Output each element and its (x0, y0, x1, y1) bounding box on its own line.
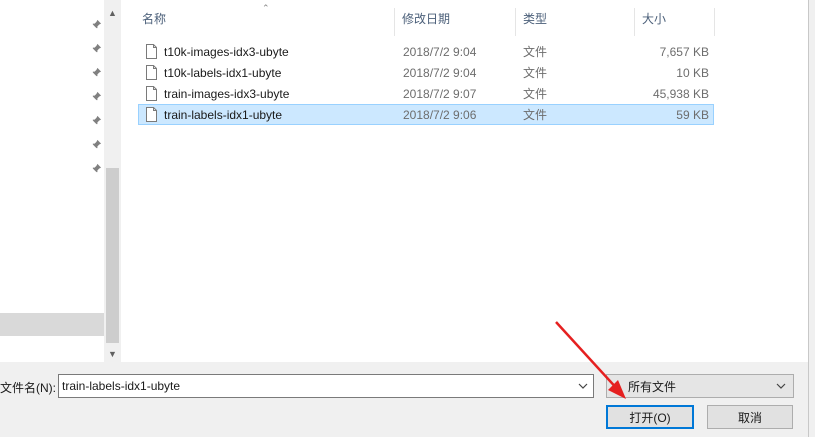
pin-icon[interactable] (88, 156, 104, 180)
column-header-label: 大小 (642, 11, 667, 26)
file-date: 2018/7/2 9:07 (403, 86, 477, 101)
file-icon (146, 107, 157, 122)
file-type: 文件 (523, 45, 548, 59)
file-date: 2018/7/2 9:04 (403, 44, 477, 59)
file-type: 文件 (523, 66, 548, 80)
file-type-value: 所有文件 (628, 379, 677, 394)
file-type: 文件 (523, 87, 548, 101)
nav-scrollbar[interactable]: ▲ ▼ (104, 0, 121, 362)
scroll-up-icon[interactable]: ▲ (104, 4, 121, 21)
file-date: 2018/7/2 9:04 (403, 65, 477, 80)
pin-icon[interactable] (88, 12, 104, 36)
file-row-selected[interactable]: train-labels-idx1-ubyte 2018/7/2 9:06 文件… (138, 104, 714, 125)
pin-icon[interactable] (88, 60, 104, 84)
chevron-down-icon[interactable] (577, 380, 589, 392)
cancel-button-label: 取消 (737, 410, 762, 425)
file-row[interactable]: train-images-idx3-ubyte 2018/7/2 9:07 文件… (138, 83, 714, 104)
pin-icon[interactable] (88, 108, 104, 132)
column-header-label: 类型 (523, 11, 548, 26)
file-name: train-images-idx3-ubyte (164, 86, 290, 101)
column-header-size[interactable]: 大小 (642, 0, 712, 36)
chevron-down-icon[interactable] (775, 380, 787, 392)
file-date: 2018/7/2 9:06 (403, 107, 477, 122)
column-header-label: 名称 (142, 11, 167, 26)
column-header-type[interactable]: 类型 (523, 0, 633, 36)
column-header-date[interactable]: 修改日期 (402, 0, 512, 36)
column-divider[interactable] (515, 8, 516, 36)
file-name: train-labels-idx1-ubyte (164, 107, 283, 122)
file-list-pane[interactable]: ⌃ 名称 修改日期 类型 大小 t10k-images-idx3-ubyte 2… (121, 0, 808, 362)
window-edge (808, 0, 815, 437)
nav-selected-item[interactable] (0, 313, 104, 336)
filename-input[interactable]: train-labels-idx1-ubyte (62, 379, 180, 393)
column-divider[interactable] (714, 8, 715, 36)
file-name: t10k-images-idx3-ubyte (164, 44, 289, 59)
column-header-name[interactable]: 名称 (142, 0, 392, 36)
filename-combobox[interactable]: train-labels-idx1-ubyte (58, 374, 594, 398)
file-type-select[interactable]: 所有文件 (606, 374, 794, 398)
file-size: 10 KB (676, 65, 709, 80)
file-size: 7,657 KB (659, 44, 709, 59)
file-icon (146, 44, 157, 59)
file-type: 文件 (523, 108, 548, 122)
column-header-label: 修改日期 (402, 11, 451, 26)
column-headers: ⌃ 名称 修改日期 类型 大小 (121, 0, 808, 36)
file-row[interactable]: t10k-images-idx3-ubyte 2018/7/2 9:04 文件 … (138, 41, 714, 62)
column-divider[interactable] (634, 8, 635, 36)
file-name: t10k-labels-idx1-ubyte (164, 65, 282, 80)
pin-icon[interactable] (88, 132, 104, 156)
file-list: t10k-images-idx3-ubyte 2018/7/2 9:04 文件 … (138, 41, 714, 125)
column-divider[interactable] (394, 8, 395, 36)
file-icon (146, 86, 157, 101)
open-button[interactable]: 打开(O) (606, 405, 694, 429)
file-size: 45,938 KB (652, 86, 709, 101)
quick-access-pins (88, 12, 104, 180)
file-icon (146, 65, 157, 80)
file-row[interactable]: t10k-labels-idx1-ubyte 2018/7/2 9:04 文件 … (138, 62, 714, 83)
filename-label: 文件名(N): (0, 381, 56, 395)
scrollbar-thumb[interactable] (106, 168, 119, 343)
file-size: 59 KB (676, 107, 709, 122)
cancel-button[interactable]: 取消 (707, 405, 793, 429)
pin-icon[interactable] (88, 36, 104, 60)
navigation-pane[interactable] (0, 0, 104, 362)
scroll-down-icon[interactable]: ▼ (104, 345, 121, 362)
pin-icon[interactable] (88, 84, 104, 108)
open-button-label: 打开(O) (629, 410, 671, 425)
